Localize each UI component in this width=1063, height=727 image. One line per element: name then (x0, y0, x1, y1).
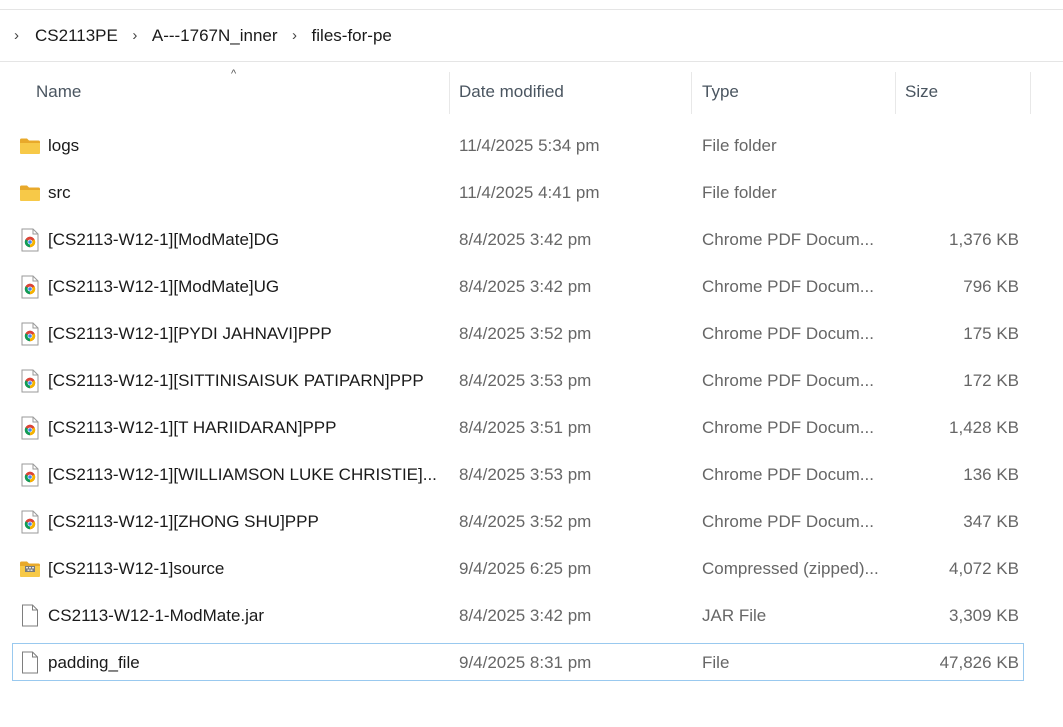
file-type: Chrome PDF Docum... (702, 229, 874, 249)
file-type: Chrome PDF Docum... (702, 464, 874, 484)
file-type: Chrome PDF Docum... (702, 323, 874, 343)
breadcrumb: › CS2113PE › A---1767N_inner › files-for… (0, 10, 1063, 61)
folder-icon (18, 122, 42, 169)
file-row[interactable]: [CS2113-W12-1]source 9/4/2025 6:25 pm Comp… (0, 545, 1063, 592)
zip-folder-icon (18, 545, 42, 592)
file-row[interactable]: [CS2113-W12-1][ZHONG SHU]PPP 8/4/2025 3:5… (0, 498, 1063, 545)
file-type: File folder (702, 135, 777, 155)
file-date-modified: 8/4/2025 3:53 pm (459, 464, 592, 484)
column-divider[interactable] (691, 72, 692, 114)
file-row[interactable]: logs 11/4/2025 5:34 pm File folder (0, 122, 1063, 169)
breadcrumb-item-files-for-pe[interactable]: files-for-pe (310, 26, 394, 46)
file-row[interactable]: [CS2113-W12-1][PYDI JAHNAVI]PPP 8/4/2025 … (0, 310, 1063, 357)
chrome-pdf-icon (18, 263, 42, 310)
file-size: 796 KB (963, 276, 1019, 296)
chevron-right-icon[interactable]: › (120, 27, 150, 44)
file-row[interactable]: [CS2113-W12-1][WILLIAMSON LUKE CHRISTIE]… (0, 451, 1063, 498)
file-size: 3,309 KB (949, 605, 1019, 625)
file-name: [CS2113-W12-1][T HARIIDARAN]PPP (48, 417, 337, 437)
file-name: [CS2113-W12-1][PYDI JAHNAVI]PPP (48, 323, 332, 343)
file-date-modified: 8/4/2025 3:42 pm (459, 276, 592, 296)
breadcrumb-item-inner[interactable]: A---1767N_inner (150, 26, 280, 46)
file-type: File folder (702, 182, 777, 202)
file-size: 175 KB (963, 323, 1019, 343)
chevron-right-icon[interactable]: › (0, 27, 33, 44)
file-date-modified: 11/4/2025 5:34 pm (459, 135, 600, 155)
column-header-date-modified[interactable]: Date modified (450, 62, 691, 122)
file-date-modified: 9/4/2025 6:25 pm (459, 558, 592, 578)
column-header-name[interactable]: Name (27, 62, 449, 122)
file-date-modified: 8/4/2025 3:42 pm (459, 229, 592, 249)
file-date-modified: 9/4/2025 8:31 pm (459, 652, 592, 672)
file-name: [CS2113-W12-1]source (48, 558, 225, 578)
file-icon (18, 639, 42, 686)
file-name: [CS2113-W12-1][SITTINISAISUK PATIPARN]PP… (48, 370, 424, 390)
file-list: logs 11/4/2025 5:34 pm File folder src 11/4/… (0, 122, 1063, 686)
file-row[interactable]: [CS2113-W12-1][SITTINISAISUK PATIPARN]PP… (0, 357, 1063, 404)
file-size: 1,428 KB (949, 417, 1019, 437)
file-name: [CS2113-W12-1][ModMate]UG (48, 276, 280, 296)
column-divider[interactable] (1030, 72, 1031, 114)
file-type: Chrome PDF Docum... (702, 417, 874, 437)
file-date-modified: 8/4/2025 3:52 pm (459, 323, 592, 343)
file-name: padding_file (48, 652, 140, 672)
chrome-pdf-icon (18, 357, 42, 404)
file-type: JAR File (702, 605, 767, 625)
file-size: 172 KB (963, 370, 1019, 390)
file-type: Chrome PDF Docum... (702, 511, 874, 531)
chrome-pdf-icon (18, 451, 42, 498)
chrome-pdf-icon (18, 498, 42, 545)
chevron-right-icon[interactable]: › (280, 27, 310, 44)
file-name: logs (48, 135, 80, 155)
file-size: 47,826 KB (939, 652, 1019, 672)
breadcrumb-item-cs2113pe[interactable]: CS2113PE (33, 26, 120, 46)
file-row[interactable]: src 11/4/2025 4:41 pm File folder (0, 169, 1063, 216)
chrome-pdf-icon (18, 404, 42, 451)
file-row[interactable]: padding_file 9/4/2025 8:31 pm File 47,826 K… (0, 639, 1063, 686)
folder-icon (18, 169, 42, 216)
file-type: Chrome PDF Docum... (702, 276, 874, 296)
file-date-modified: 11/4/2025 4:41 pm (459, 182, 600, 202)
file-size (895, 169, 1019, 216)
column-header-row: ^ Name Date modified Type Size (0, 62, 1063, 122)
file-size: 4,072 KB (949, 558, 1019, 578)
file-date-modified: 8/4/2025 3:42 pm (459, 605, 592, 625)
file-size: 347 KB (963, 511, 1019, 531)
file-date-modified: 8/4/2025 3:53 pm (459, 370, 592, 390)
file-icon (18, 592, 42, 639)
file-size: 136 KB (963, 464, 1019, 484)
file-row[interactable]: [CS2113-W12-1][ModMate]UG 8/4/2025 3:42 p… (0, 263, 1063, 310)
column-header-type[interactable]: Type (693, 62, 895, 122)
file-date-modified: 8/4/2025 3:51 pm (459, 417, 592, 437)
file-row[interactable]: CS2113-W12-1-ModMate.jar 8/4/2025 3:42 pm… (0, 592, 1063, 639)
file-date-modified: 8/4/2025 3:52 pm (459, 511, 592, 531)
file-name: CS2113-W12-1-ModMate.jar (48, 605, 265, 625)
file-type: Chrome PDF Docum... (702, 370, 874, 390)
file-type: File (702, 652, 730, 672)
file-row[interactable]: [CS2113-W12-1][ModMate]DG 8/4/2025 3:42 p… (0, 216, 1063, 263)
file-size (895, 122, 1019, 169)
file-row[interactable]: [CS2113-W12-1][T HARIIDARAN]PPP 8/4/2025 … (0, 404, 1063, 451)
file-type: Compressed (zipped)... (702, 558, 879, 578)
chrome-pdf-icon (18, 310, 42, 357)
chrome-pdf-icon (18, 216, 42, 263)
file-name: src (48, 182, 71, 202)
file-name: [CS2113-W12-1][ZHONG SHU]PPP (48, 511, 319, 531)
column-header-size[interactable]: Size (896, 62, 1030, 122)
file-size: 1,376 KB (949, 229, 1019, 249)
file-name: [CS2113-W12-1][WILLIAMSON LUKE CHRISTIE]… (48, 464, 437, 484)
file-name: [CS2113-W12-1][ModMate]DG (48, 229, 280, 249)
